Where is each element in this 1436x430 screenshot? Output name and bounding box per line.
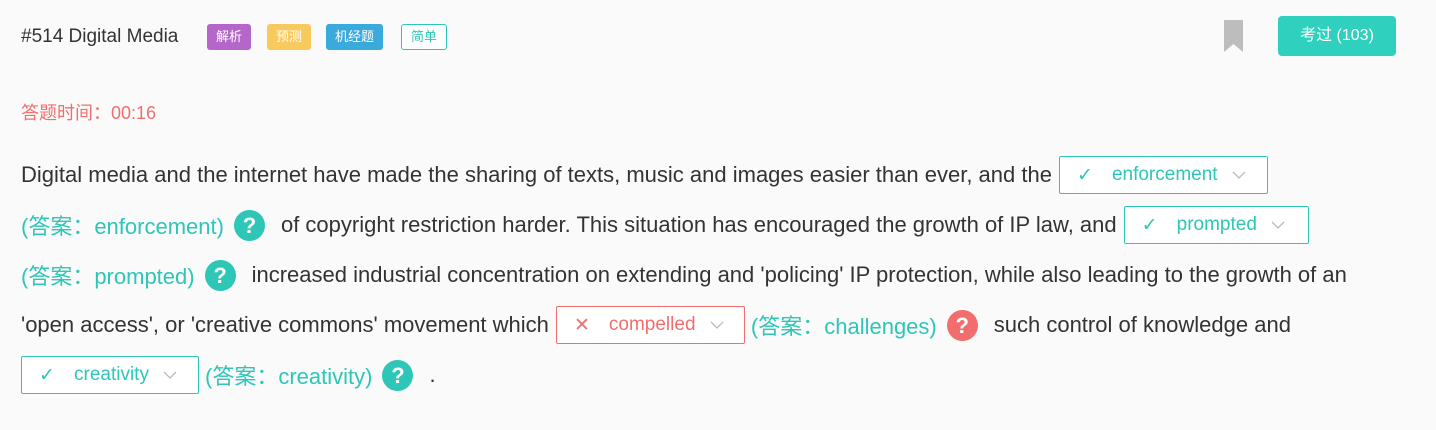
answer-timer: 答题时间：00:16 bbox=[21, 99, 156, 125]
passage-text: 'open access', or 'creative commons' mov… bbox=[21, 312, 549, 337]
passage-text: . bbox=[429, 362, 436, 387]
check-icon: ✓ bbox=[1076, 164, 1093, 186]
correct-answer: (答案：enforcement) bbox=[21, 214, 224, 239]
passed-count-button[interactable]: 考过 (103) bbox=[1278, 16, 1396, 56]
check-icon: ✓ bbox=[1141, 214, 1158, 236]
passage-text: such control of knowledge and bbox=[993, 312, 1291, 337]
timer-label: 答题时间： bbox=[21, 103, 111, 123]
correct-answer: (答案：challenges) bbox=[750, 314, 937, 339]
chevron-down-icon bbox=[163, 371, 177, 379]
tag-prediction[interactable]: 预测 bbox=[267, 24, 312, 50]
passage-text: increased industrial concentration on ex… bbox=[251, 262, 1347, 287]
cross-icon: ✕ bbox=[573, 314, 590, 336]
chevron-down-icon bbox=[1232, 171, 1246, 179]
blank-selected-value: enforcement bbox=[1111, 164, 1218, 185]
passage-line: Digital media and the internet have made… bbox=[21, 155, 1268, 195]
check-icon: ✓ bbox=[39, 364, 55, 386]
question-icon[interactable]: ? bbox=[946, 309, 978, 341]
question-icon[interactable]: ? bbox=[204, 259, 236, 291]
blank-dropdown-3[interactable]: ✕ compelled bbox=[555, 306, 745, 344]
blank-selected-value: prompted bbox=[1176, 214, 1257, 235]
blank-dropdown-2[interactable]: ✓ prompted bbox=[1123, 206, 1309, 244]
passage-line: ✓ creativity (答案：creativity) ? . bbox=[21, 355, 436, 395]
passage-text: Digital media and the internet have made… bbox=[21, 162, 1052, 187]
blank-dropdown-1[interactable]: ✓ enforcement bbox=[1058, 156, 1268, 194]
chevron-down-icon bbox=[1271, 221, 1285, 229]
question-icon[interactable]: ? bbox=[233, 209, 265, 241]
passage-line: (答案：prompted) ? increased industrial con… bbox=[21, 255, 1347, 295]
header: #514 Digital Media 解析 预测 机经题 简单 考过 (103) bbox=[0, 0, 1436, 76]
tag-difficulty-easy[interactable]: 简单 bbox=[401, 24, 448, 50]
tag-analysis[interactable]: 解析 bbox=[207, 24, 252, 50]
correct-answer: (答案：creativity) bbox=[205, 364, 373, 389]
correct-answer: (答案：prompted) bbox=[21, 264, 195, 289]
bookmark-icon[interactable] bbox=[1224, 20, 1243, 52]
blank-selected-value: compelled bbox=[608, 314, 696, 335]
passage-line: (答案：enforcement) ? of copyright restrict… bbox=[21, 205, 1309, 245]
passage-text: of copyright restriction harder. This si… bbox=[280, 212, 1117, 237]
blank-dropdown-4[interactable]: ✓ creativity bbox=[21, 356, 199, 394]
timer-value: 00:16 bbox=[111, 103, 157, 123]
blank-selected-value: creativity bbox=[74, 364, 149, 385]
question-icon[interactable]: ? bbox=[382, 359, 414, 391]
passage-line: 'open access', or 'creative commons' mov… bbox=[21, 305, 1291, 345]
tag-exam-question[interactable]: 机经题 bbox=[326, 24, 384, 50]
chevron-down-icon bbox=[710, 321, 723, 329]
page-title: #514 Digital Media bbox=[21, 26, 179, 47]
